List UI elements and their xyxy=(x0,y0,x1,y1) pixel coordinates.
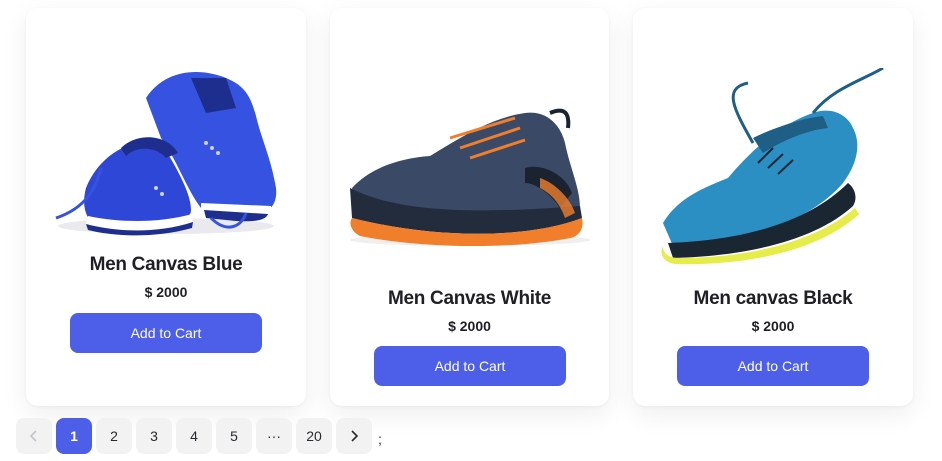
product-card: Men canvas Black $ 2000 Add to Cart xyxy=(633,8,913,406)
product-title: Men Canvas Blue xyxy=(89,254,243,275)
product-price: $ 2000 xyxy=(144,284,188,300)
page-button-3[interactable]: 3 xyxy=(136,418,172,454)
product-image xyxy=(26,38,306,248)
product-card: Men Canvas Blue $ 2000 Add to Cart xyxy=(26,8,306,406)
product-title: Men canvas Black xyxy=(693,288,853,309)
add-to-cart-button[interactable]: Add to Cart xyxy=(374,346,566,386)
previous-page-button[interactable] xyxy=(16,418,52,454)
product-price: $ 2000 xyxy=(448,318,491,334)
page-button-20[interactable]: 20 xyxy=(296,418,332,454)
product-grid-page: Men Canvas Blue $ 2000 Add to Cart Men C… xyxy=(0,0,942,461)
page-ellipsis-button[interactable]: ··· xyxy=(256,418,292,454)
product-title: Men Canvas White xyxy=(387,288,552,309)
product-image xyxy=(330,68,609,288)
chevron-right-icon xyxy=(336,429,372,443)
next-page-button[interactable] xyxy=(336,418,372,454)
trailing-semicolon: ; xyxy=(378,431,382,447)
page-button-1[interactable]: 1 xyxy=(56,418,92,454)
add-to-cart-button[interactable]: Add to Cart xyxy=(70,313,262,353)
page-button-5[interactable]: 5 xyxy=(216,418,252,454)
chevron-left-icon xyxy=(16,429,52,443)
page-button-4[interactable]: 4 xyxy=(176,418,212,454)
pagination: 1 2 3 4 5 ··· 20 ; xyxy=(16,418,382,454)
add-to-cart-button[interactable]: Add to Cart xyxy=(677,346,869,386)
page-button-2[interactable]: 2 xyxy=(96,418,132,454)
product-image xyxy=(633,66,913,288)
product-card: Men Canvas White $ 2000 Add to Cart xyxy=(330,8,609,406)
product-price: $ 2000 xyxy=(751,318,795,334)
